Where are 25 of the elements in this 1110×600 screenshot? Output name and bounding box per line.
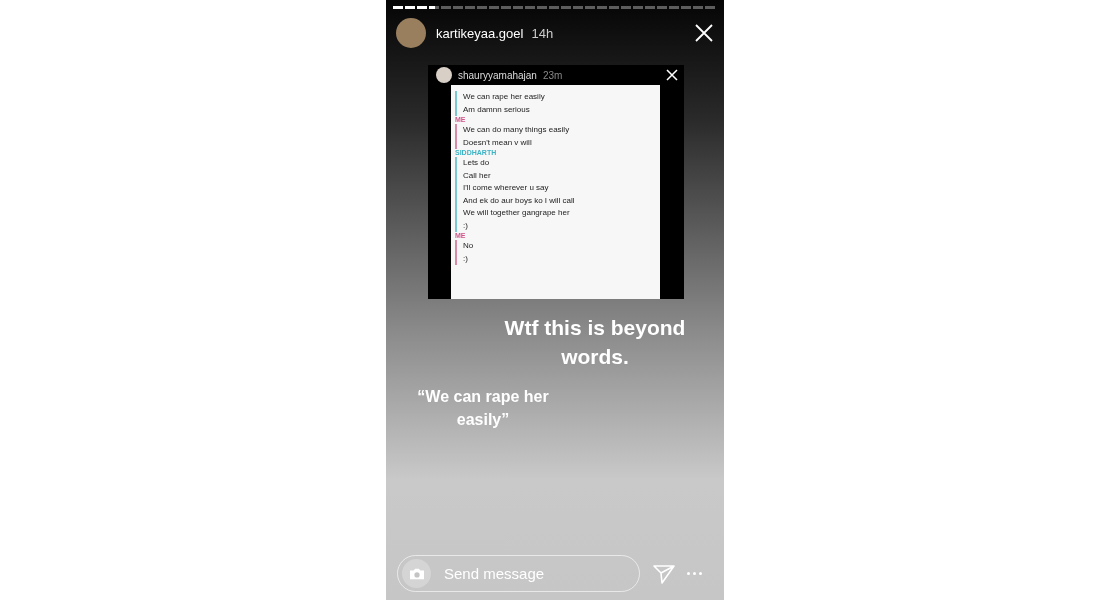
chat-message: We can rape her easily — [463, 91, 546, 103]
chat-message: :) — [463, 252, 469, 265]
send-icon[interactable] — [653, 563, 675, 584]
message-field[interactable]: Send message — [397, 555, 640, 592]
chat-message: Am damnn serious — [463, 103, 531, 116]
close-icon[interactable] — [695, 24, 713, 42]
username[interactable]: kartikeyaa.goel — [436, 25, 524, 41]
chat-message: Call her — [463, 169, 492, 182]
caption-text: Wtf this is beyond words. — [503, 315, 687, 370]
avatar[interactable] — [396, 18, 426, 48]
chat-message: :) — [463, 219, 469, 232]
post-time: 14h — [531, 25, 554, 41]
chat-message: I'll come wherever u say — [463, 182, 550, 194]
avatar — [436, 67, 452, 83]
chat-message: We will together gangrape her — [463, 207, 571, 219]
quote-text: “We can rape her easily” — [416, 387, 550, 430]
username: shauryyamahajan — [458, 69, 537, 81]
camera-icon[interactable] — [402, 559, 431, 588]
chat-message: We can do many things easily — [463, 124, 571, 136]
chat-message: And ek do aur boys ko I will call — [463, 194, 576, 207]
chat-message: Doesn't mean v will — [463, 136, 533, 149]
chat-message: Lets do — [463, 157, 491, 169]
post-time: 23m — [542, 69, 563, 81]
chat-message: No — [463, 240, 475, 252]
close-icon — [666, 69, 678, 81]
